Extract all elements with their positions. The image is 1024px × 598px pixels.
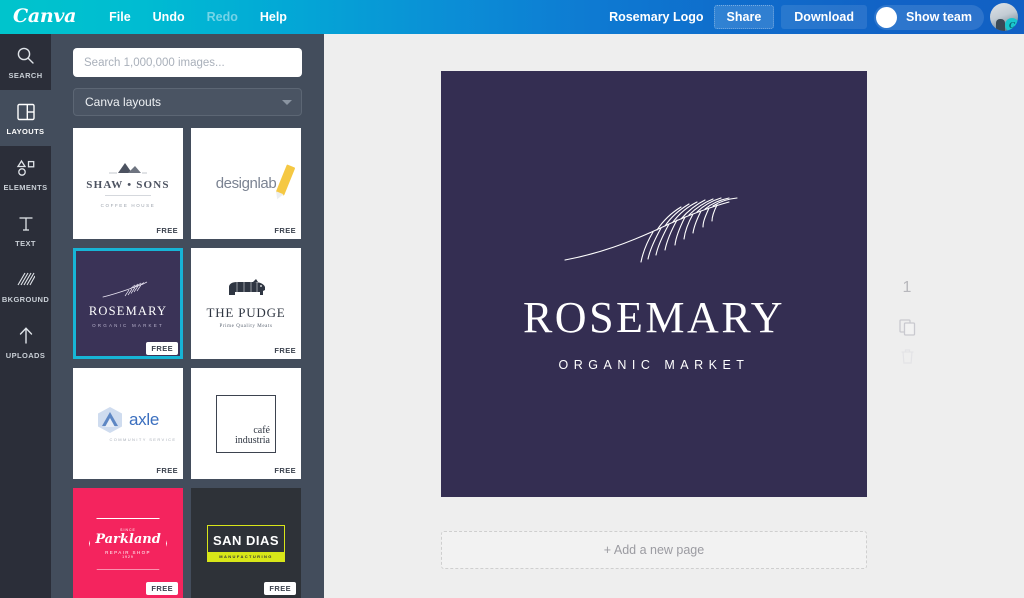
thumb-title-cafe: café industria <box>235 424 270 446</box>
category-select-value: Canva layouts <box>85 95 162 109</box>
thumb-title-axle: axle <box>129 409 159 429</box>
sidebar-item-search[interactable]: SEARCH <box>0 34 51 90</box>
elements-icon <box>16 157 36 179</box>
canva-logo[interactable]: Canva <box>13 6 76 28</box>
thumb-art-axle: axle COMMUNITY SERVICE <box>73 368 183 479</box>
add-new-page-button[interactable]: + Add a new page <box>441 531 867 569</box>
rosemary-sprig-icon <box>564 197 738 263</box>
canva-editor: Canva File Undo Redo Help Rosemary Logo … <box>0 0 1024 598</box>
thumb-title-pudge: THE PUDGE <box>206 305 286 320</box>
thumb-title-parkland: Parkland <box>95 532 161 547</box>
document-title[interactable]: Rosemary Logo <box>609 10 703 24</box>
workspace: ROSEMARY ORGANIC MARKET 1 + Add a new pa… <box>324 34 1024 598</box>
divider <box>105 194 151 196</box>
thumb-art-shaw: SHAW • SONS COFFEE HOUSE <box>73 128 183 239</box>
free-badge: FREE <box>156 226 178 235</box>
thumb-sub-pudge: Prime Quality Meats <box>219 324 273 329</box>
avatar-badge: C <box>1005 18 1018 31</box>
canvas-logo-subtitle: ORGANIC MARKET <box>558 358 750 372</box>
download-button[interactable]: Download <box>781 5 867 29</box>
design-canvas[interactable]: ROSEMARY ORGANIC MARKET <box>441 71 867 497</box>
top-header: Canva File Undo Redo Help Rosemary Logo … <box>0 0 1024 34</box>
rosemary-sprig-icon <box>102 281 148 297</box>
header-actions: Rosemary Logo Share Download Show team C <box>609 0 1024 34</box>
thumb-title-designlab: designlab <box>215 175 277 192</box>
sidebar-item-background[interactable]: BKGROUND <box>0 258 51 314</box>
uploads-icon <box>17 325 35 347</box>
free-badge: FREE <box>156 466 178 475</box>
mountain-icon <box>109 162 147 173</box>
sidebar-item-text[interactable]: TEXT <box>0 202 51 258</box>
layout-thumb-rosemary[interactable]: ROSEMARY ORGANIC MARKET FREE <box>73 248 183 359</box>
thumb-sub-sandias: MANUFACTURING <box>208 552 284 561</box>
page-number: 1 <box>902 279 912 296</box>
free-badge: FREE <box>274 226 296 235</box>
sidebar-item-elements[interactable]: ELEMENTS <box>0 146 51 202</box>
sidebar-label-background: BKGROUND <box>1 294 50 304</box>
left-rail: SEARCH LAYOUTS ELEMENTS TEXT BKGROUND UP… <box>0 34 51 598</box>
background-icon <box>17 269 35 291</box>
hexagon-icon <box>98 406 122 433</box>
main-menu: File Undo Redo Help <box>98 6 298 28</box>
free-badge: FREE <box>146 582 178 595</box>
sidebar-item-layouts[interactable]: LAYOUTS <box>0 90 51 146</box>
sidebar-item-uploads[interactable]: UPLOADS <box>0 314 51 370</box>
layout-thumb-cafe-industria[interactable]: café industria FREE <box>191 368 301 479</box>
thumb-sub-rosemary: ORGANIC MARKET <box>92 322 164 328</box>
sidebar-label-elements: ELEMENTS <box>3 182 48 192</box>
layouts-panel: Canva layouts SHAW • SONS COFFEE HOUSE <box>51 34 324 598</box>
sidebar-label-text: TEXT <box>15 238 36 248</box>
free-badge: FREE <box>274 466 296 475</box>
trash-icon[interactable] <box>900 348 915 364</box>
category-select[interactable]: Canva layouts <box>73 88 302 116</box>
show-team-label: Show team <box>906 10 972 24</box>
search-icon <box>16 45 35 67</box>
parkland-bottom-text: 1929 <box>122 555 134 559</box>
pig-icon <box>229 279 265 295</box>
layouts-icon <box>16 101 35 123</box>
thumb-title-shaw: SHAW • SONS <box>86 178 170 191</box>
page-tools: 1 <box>877 71 937 497</box>
thumb-art-pudge: THE PUDGE Prime Quality Meats <box>191 248 301 359</box>
sidebar-label-search: SEARCH <box>8 70 43 80</box>
thumb-title-rosemary: ROSEMARY <box>88 303 168 318</box>
layout-thumb-san-dias[interactable]: SAN DIAS MANUFACTURING FREE <box>191 488 301 598</box>
layout-thumb-the-pudge[interactable]: THE PUDGE Prime Quality Meats FREE <box>191 248 301 359</box>
thumb-art-cafe: café industria <box>191 368 301 479</box>
show-team-toggle[interactable]: Show team <box>874 4 984 30</box>
category-container: Canva layouts <box>51 77 324 116</box>
layout-thumb-designlab[interactable]: designlab FREE <box>191 128 301 239</box>
avatar[interactable]: C <box>990 3 1018 31</box>
menu-item-file[interactable]: File <box>98 6 142 28</box>
search-input[interactable] <box>73 48 302 77</box>
layout-thumb-shaw-sons[interactable]: SHAW • SONS COFFEE HOUSE FREE <box>73 128 183 239</box>
layout-thumb-parkland[interactable]: SINCE Parkland REPAIR SHOP 1929 FREE <box>73 488 183 598</box>
canvas-logo-title: ROSEMARY <box>522 293 786 342</box>
sandias-frame: SAN DIAS MANUFACTURING <box>207 525 285 562</box>
sidebar-label-layouts: LAYOUTS <box>6 126 45 136</box>
thumb-sub-shaw: COFFEE HOUSE <box>100 202 156 208</box>
layout-grid: SHAW • SONS COFFEE HOUSE FREE designlab … <box>51 116 324 598</box>
duplicate-icon[interactable] <box>898 319 916 336</box>
menu-item-help[interactable]: Help <box>249 6 298 28</box>
menu-item-undo[interactable]: Undo <box>142 6 196 28</box>
share-button[interactable]: Share <box>713 5 775 29</box>
thumb-title-sandias: SAN DIAS <box>212 533 280 548</box>
parkland-frame: SINCE Parkland REPAIR SHOP 1929 <box>89 517 167 570</box>
toggle-knob <box>876 6 897 28</box>
free-badge: FREE <box>146 342 178 355</box>
layout-thumb-axle[interactable]: axle COMMUNITY SERVICE FREE <box>73 368 183 479</box>
search-container <box>51 34 324 77</box>
thumb-art-designlab: designlab <box>191 128 301 239</box>
chevron-down-icon <box>282 100 292 105</box>
free-badge: FREE <box>264 582 296 595</box>
text-icon <box>17 213 35 235</box>
sidebar-label-uploads: UPLOADS <box>5 350 46 360</box>
free-badge: FREE <box>274 346 296 355</box>
thumb-sub-axle: COMMUNITY SERVICE <box>109 436 177 442</box>
add-new-page-label: + Add a new page <box>603 543 705 557</box>
pencil-icon <box>276 164 296 196</box>
cafe-frame: café industria <box>216 394 276 453</box>
menu-item-redo[interactable]: Redo <box>196 6 249 28</box>
